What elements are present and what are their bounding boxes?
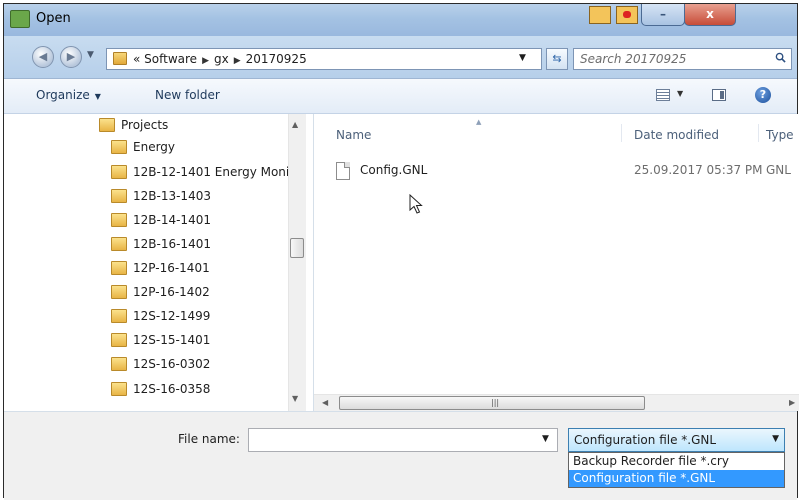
back-button[interactable]: ◀	[32, 46, 54, 68]
chevron-down-icon[interactable]: ▼	[772, 434, 779, 444]
tree-item-label: 12P-16-1401	[133, 261, 210, 275]
horizontal-scrollbar[interactable]: ◀ ||| ▶	[314, 394, 799, 411]
tree-item-label: 12B-12-1401 Energy Monit	[133, 165, 294, 179]
scroll-grip-icon: |||	[491, 398, 500, 407]
tree-item-label: Energy	[133, 140, 176, 154]
navigation-scrollbar[interactable]: ▲ ▼	[288, 114, 306, 411]
folder-icon	[111, 189, 127, 203]
tree-item-label: 12S-16-0302	[133, 357, 211, 371]
close-button[interactable]: x	[684, 4, 736, 26]
sort-ascending-icon: ▲	[476, 118, 482, 126]
file-type-option-backup-recorder[interactable]: Backup Recorder file *.cry	[569, 453, 784, 470]
folder-icon	[111, 165, 127, 179]
column-divider[interactable]	[758, 124, 759, 142]
breadcrumb-gx[interactable]: gx	[214, 52, 229, 66]
file-date-modified: 25.09.2017 05:37 PM	[634, 163, 763, 177]
refresh-button[interactable]: ⇆	[546, 48, 568, 70]
file-type-option-configuration[interactable]: Configuration file *.GNL	[569, 470, 784, 487]
mouse-cursor-icon	[409, 194, 423, 214]
scroll-left-icon[interactable]: ◀	[322, 398, 328, 407]
address-dropdown-icon[interactable]: ▼	[519, 53, 526, 63]
new-folder-button[interactable]: New folder	[155, 88, 220, 102]
scroll-thumb[interactable]: |||	[339, 396, 645, 410]
file-type-dropdown-list: Backup Recorder file *.cry Configuration…	[568, 452, 785, 488]
address-bar[interactable]: « Software ▶ gx ▶ 20170925 ▼	[106, 48, 542, 70]
breadcrumb-separator-icon[interactable]: ▶	[202, 56, 209, 66]
file-name-area: File name: ▼ Configuration file *.GNL ▼ …	[4, 411, 797, 500]
column-header-name[interactable]: Name	[336, 128, 371, 142]
breadcrumb-20170925[interactable]: 20170925	[246, 52, 307, 66]
folder-icon	[111, 237, 127, 251]
title-bar[interactable]: Open – x	[4, 4, 797, 36]
column-divider[interactable]	[621, 124, 622, 142]
tree-item-label: 12S-15-1401	[133, 333, 211, 347]
recent-locations-dropdown[interactable]: ▼	[87, 50, 94, 60]
scroll-up-icon[interactable]: ▲	[292, 120, 298, 129]
tree-item-label: 12P-16-1402	[133, 285, 210, 299]
folder-icon	[111, 357, 127, 371]
navigation-pane[interactable]: Projects Energy 12B-12-1401 Energy Monit…	[4, 114, 314, 411]
tree-item-label: 12B-13-1403	[133, 189, 211, 203]
search-input[interactable]	[580, 51, 760, 67]
command-bar: Organize ▼ New folder ▼ ?	[4, 79, 797, 114]
file-name: Config.GNL	[360, 163, 428, 177]
file-name-combo[interactable]: ▼	[248, 428, 558, 452]
file-list[interactable]: ▲ Name Date modified Type Config.GNL 25.…	[314, 114, 799, 411]
folder-icon	[111, 333, 127, 347]
document-icon	[336, 162, 350, 180]
window-title: Open	[36, 11, 71, 26]
scroll-down-icon[interactable]: ▼	[292, 394, 298, 403]
tree-item-label: 12S-16-0358	[133, 382, 211, 396]
tree-item-label: 12B-14-1401	[133, 213, 211, 227]
file-name-label: File name:	[178, 432, 240, 446]
help-icon[interactable]: ?	[755, 87, 771, 103]
file-type-select[interactable]: Configuration file *.GNL ▼	[568, 428, 785, 452]
breadcrumb-separator-icon[interactable]: ▶	[234, 56, 241, 66]
organize-button[interactable]: Organize ▼	[36, 88, 101, 102]
app-icon	[10, 10, 30, 28]
file-name-input[interactable]	[253, 432, 523, 448]
scroll-thumb[interactable]	[290, 238, 304, 258]
preview-pane-icon[interactable]	[712, 89, 726, 101]
tree-item-label: 12B-16-1401	[133, 237, 211, 251]
folder-icon	[111, 261, 127, 275]
breadcrumb-software[interactable]: « Software	[133, 52, 197, 66]
folder-icon	[111, 140, 127, 154]
folder-icon	[111, 382, 127, 396]
open-dialog: Open – x ◀ ▶ ▼ « Software ▶ gx ▶ 20170925 ▼ …	[3, 3, 799, 500]
heart-icon[interactable]	[616, 6, 638, 24]
address-row: ◀ ▶ ▼ « Software ▶ gx ▶ 20170925 ▼ ⇆	[4, 36, 797, 79]
minimize-button[interactable]: –	[641, 4, 685, 26]
folder-icon	[113, 52, 127, 65]
folder-icon	[111, 213, 127, 227]
view-options-chevron-icon[interactable]: ▼	[677, 89, 683, 98]
chevron-down-icon[interactable]: ▼	[542, 434, 549, 444]
folder-icon	[99, 118, 115, 132]
change-view-icon[interactable]	[656, 89, 670, 101]
column-header-date-modified[interactable]: Date modified	[634, 128, 719, 142]
tree-item-label: Projects	[121, 118, 169, 132]
folder-icon	[111, 309, 127, 323]
folder-icon	[111, 285, 127, 299]
tree-item-label: 12S-12-1499	[133, 309, 211, 323]
forward-button[interactable]: ▶	[60, 46, 82, 68]
organize-label: Organize	[36, 88, 90, 102]
column-header-type[interactable]: Type	[766, 128, 794, 142]
scroll-right-icon[interactable]: ▶	[789, 398, 795, 407]
chevron-down-icon: ▼	[94, 92, 101, 101]
breadcrumb: « Software ▶ gx ▶ 20170925	[133, 52, 307, 66]
clock-icon[interactable]	[589, 6, 611, 24]
file-type-selected: Configuration file *.GNL	[574, 433, 717, 447]
file-type: GNL	[766, 163, 791, 177]
search-box[interactable]	[573, 48, 792, 70]
search-icon[interactable]	[775, 52, 786, 63]
file-row[interactable]: Config.GNL 25.09.2017 05:37 PM GNL	[336, 160, 799, 184]
